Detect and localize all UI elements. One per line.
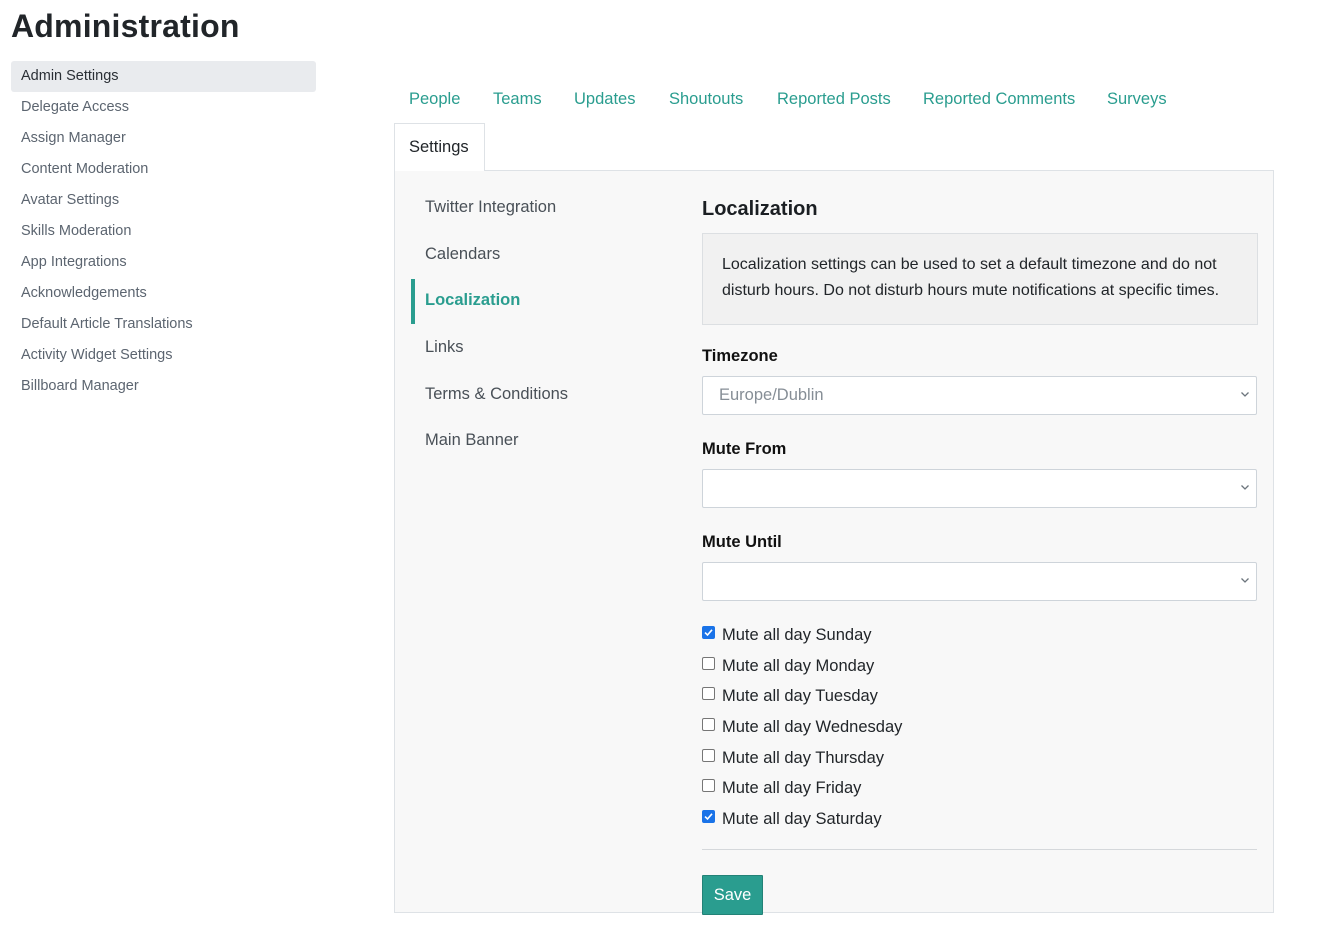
mute-tuesday-checkbox[interactable]: [702, 687, 715, 701]
mute-wednesday-row[interactable]: Mute all day Wednesday: [702, 712, 1258, 743]
info-box: Localization settings can be used to set…: [702, 233, 1258, 325]
tab-reported-posts[interactable]: Reported Posts: [777, 80, 891, 118]
sidebar-item-skills-moderation[interactable]: Skills Moderation: [11, 216, 316, 247]
timezone-select[interactable]: Europe/Dublin: [702, 376, 1257, 415]
admin-sidebar: Admin Settings Delegate Access Assign Ma…: [11, 61, 316, 402]
save-button[interactable]: Save: [702, 874, 763, 915]
checkmark-icon: [704, 813, 713, 821]
mute-sunday-checkbox[interactable]: [702, 625, 715, 639]
mute-sunday-row[interactable]: Mute all day Sunday: [702, 620, 1258, 651]
chevron-down-icon: [1241, 485, 1249, 490]
mute-wednesday-label: Mute all day Wednesday: [722, 717, 903, 736]
chevron-down-icon: [1241, 578, 1249, 583]
tab-surveys[interactable]: Surveys: [1107, 80, 1167, 118]
mute-friday-label: Mute all day Friday: [722, 779, 862, 798]
subnav-item-links[interactable]: Links: [411, 327, 671, 374]
tab-teams[interactable]: Teams: [493, 80, 542, 118]
page-title: Administration: [11, 8, 240, 44]
mute-thursday-row[interactable]: Mute all day Thursday: [702, 743, 1258, 774]
sidebar-item-activity-widget-settings[interactable]: Activity Widget Settings: [11, 340, 316, 371]
sidebar-item-admin-settings[interactable]: Admin Settings: [11, 61, 316, 92]
sidebar-item-content-moderation[interactable]: Content Moderation: [11, 154, 316, 185]
settings-panel: Twitter Integration Calendars Localizati…: [394, 170, 1274, 915]
localization-form: Localization Localization settings can b…: [702, 185, 1258, 915]
mute-monday-label: Mute all day Monday: [722, 656, 875, 675]
mute-saturday-row[interactable]: Mute all day Saturday: [702, 804, 1258, 835]
sidebar-item-acknowledgements[interactable]: Acknowledgements: [11, 278, 316, 309]
timezone-select-value: Europe/Dublin: [719, 386, 824, 404]
settings-subnav: Twitter Integration Calendars Localizati…: [411, 187, 671, 467]
mute-friday-checkbox[interactable]: [702, 779, 715, 793]
tab-reported-comments[interactable]: Reported Comments: [923, 80, 1075, 118]
sidebar-item-billboard-manager[interactable]: Billboard Manager: [11, 371, 316, 402]
mute-monday-checkbox[interactable]: [702, 656, 715, 670]
mute-sunday-label: Mute all day Sunday: [722, 625, 872, 644]
sidebar-item-delegate-access[interactable]: Delegate Access: [11, 92, 316, 123]
sidebar-item-avatar-settings[interactable]: Avatar Settings: [11, 185, 316, 216]
mute-until-select[interactable]: [702, 562, 1257, 601]
mute-saturday-label: Mute all day Saturday: [722, 809, 882, 828]
tab-settings[interactable]: Settings: [394, 123, 485, 171]
tab-updates[interactable]: Updates: [574, 80, 635, 118]
mute-until-label: Mute Until: [702, 533, 782, 551]
sidebar-item-default-article-translations[interactable]: Default Article Translations: [11, 309, 316, 340]
mute-thursday-checkbox[interactable]: [702, 748, 715, 762]
mute-tuesday-row[interactable]: Mute all day Tuesday: [702, 681, 1258, 712]
subnav-item-terms-conditions[interactable]: Terms & Conditions: [411, 374, 671, 421]
tab-shoutouts[interactable]: Shoutouts: [669, 80, 743, 118]
section-title: Localization: [702, 198, 818, 220]
subnav-item-twitter-integration[interactable]: Twitter Integration: [411, 187, 671, 234]
checkmark-icon: [704, 629, 713, 637]
mute-friday-row[interactable]: Mute all day Friday: [702, 773, 1258, 804]
mute-thursday-label: Mute all day Thursday: [722, 748, 885, 767]
form-divider: [702, 848, 1257, 850]
chevron-down-icon: [1241, 392, 1249, 397]
mute-saturday-checkbox[interactable]: [702, 809, 715, 823]
mute-days-list: Mute all day Sunday Mute all day Monday …: [702, 620, 1258, 835]
sidebar-item-assign-manager[interactable]: Assign Manager: [11, 123, 316, 154]
sidebar-item-app-integrations[interactable]: App Integrations: [11, 247, 316, 278]
subnav-item-main-banner[interactable]: Main Banner: [411, 420, 671, 467]
mute-monday-row[interactable]: Mute all day Monday: [702, 651, 1258, 682]
mute-tuesday-label: Mute all day Tuesday: [722, 687, 878, 706]
mute-from-select[interactable]: [702, 469, 1257, 508]
subnav-item-calendars[interactable]: Calendars: [411, 234, 671, 281]
mute-wednesday-checkbox[interactable]: [702, 717, 715, 731]
timezone-label: Timezone: [702, 347, 778, 365]
tab-people[interactable]: People: [409, 80, 460, 118]
subnav-item-localization[interactable]: Localization: [411, 279, 671, 327]
mute-from-label: Mute From: [702, 440, 787, 458]
